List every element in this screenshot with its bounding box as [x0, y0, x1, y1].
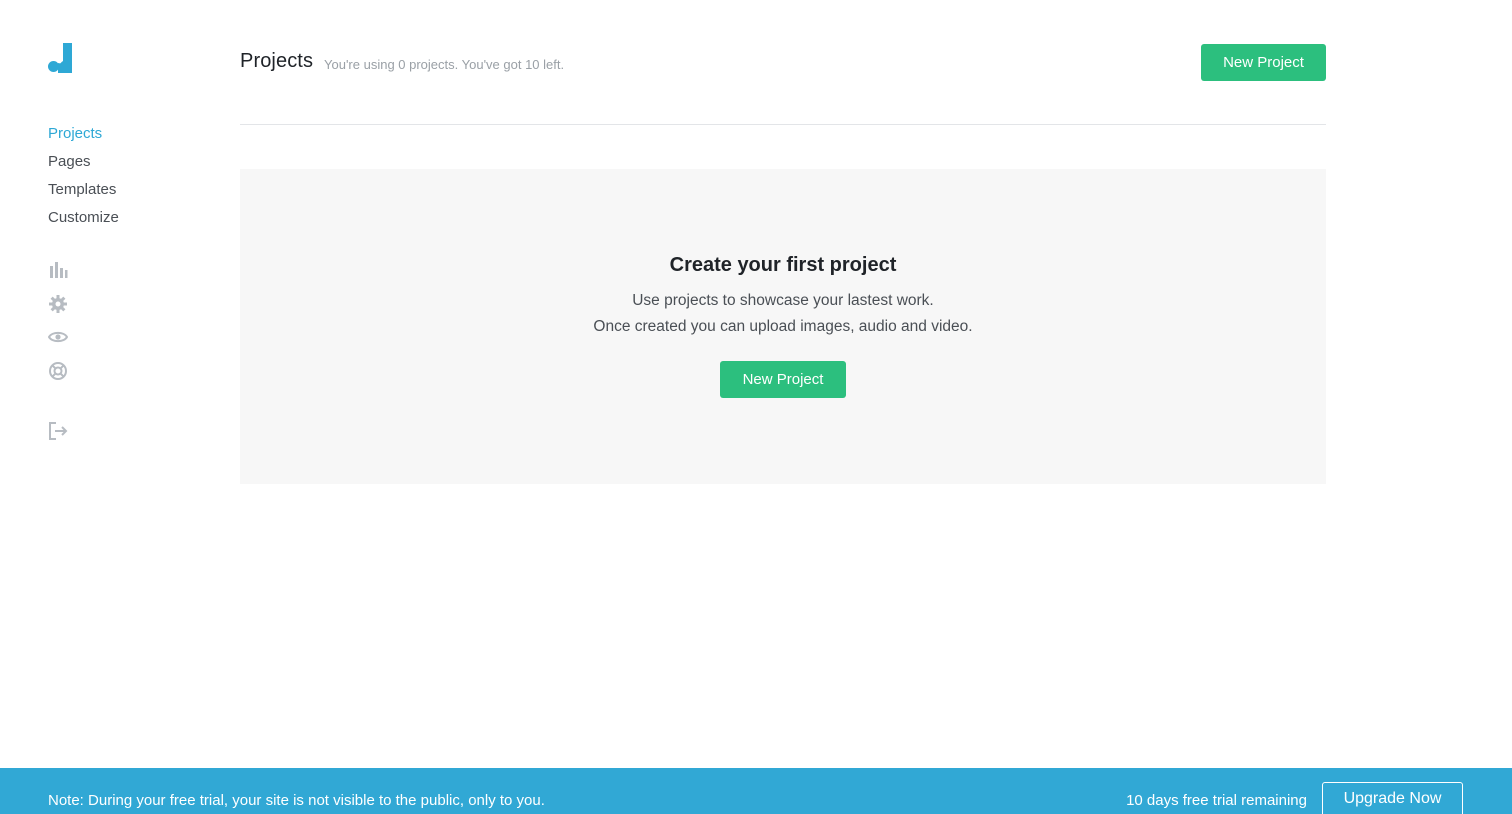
gear-icon[interactable] — [48, 294, 68, 314]
upgrade-now-button[interactable]: Upgrade Now — [1322, 782, 1463, 814]
trial-days-remaining: 10 days free trial remaining — [1126, 792, 1307, 809]
page-header: Projects You're using 0 projects. You've… — [240, 44, 1326, 82]
empty-state-panel: Create your first project Use projects t… — [240, 169, 1326, 484]
empty-state-description-line-1: Use projects to showcase your lastest wo… — [632, 292, 934, 309]
logout-icon[interactable] — [48, 421, 68, 441]
empty-state-title: Create your first project — [669, 254, 897, 276]
sidebar-item-pages[interactable]: Pages — [48, 148, 119, 176]
app-page: Projects Pages Templates Customize Proje… — [0, 0, 1512, 814]
sidebar-item-projects[interactable]: Projects — [48, 120, 119, 148]
trial-notice-bar: Note: During your free trial, your site … — [0, 768, 1512, 814]
bar-chart-icon[interactable] — [48, 260, 68, 280]
sidebar-item-customize[interactable]: Customize — [48, 204, 119, 232]
lifebuoy-icon[interactable] — [48, 361, 68, 381]
page-title: Projects — [240, 50, 314, 72]
empty-state-description-line-2: Once created you can upload images, audi… — [593, 318, 973, 335]
eye-icon[interactable] — [48, 327, 68, 347]
trial-visibility-note: Note: During your free trial, your site … — [48, 792, 545, 809]
brand-logo-icon[interactable] — [48, 43, 74, 73]
sidebar-item-templates[interactable]: Templates — [48, 176, 119, 204]
project-usage-text: You're using 0 projects. You've got 10 l… — [324, 57, 565, 72]
empty-state-new-project-button[interactable]: New Project — [720, 361, 846, 398]
new-project-button[interactable]: New Project — [1201, 44, 1326, 81]
sidebar-nav: Projects Pages Templates Customize — [48, 120, 119, 232]
header-divider — [240, 124, 1326, 125]
